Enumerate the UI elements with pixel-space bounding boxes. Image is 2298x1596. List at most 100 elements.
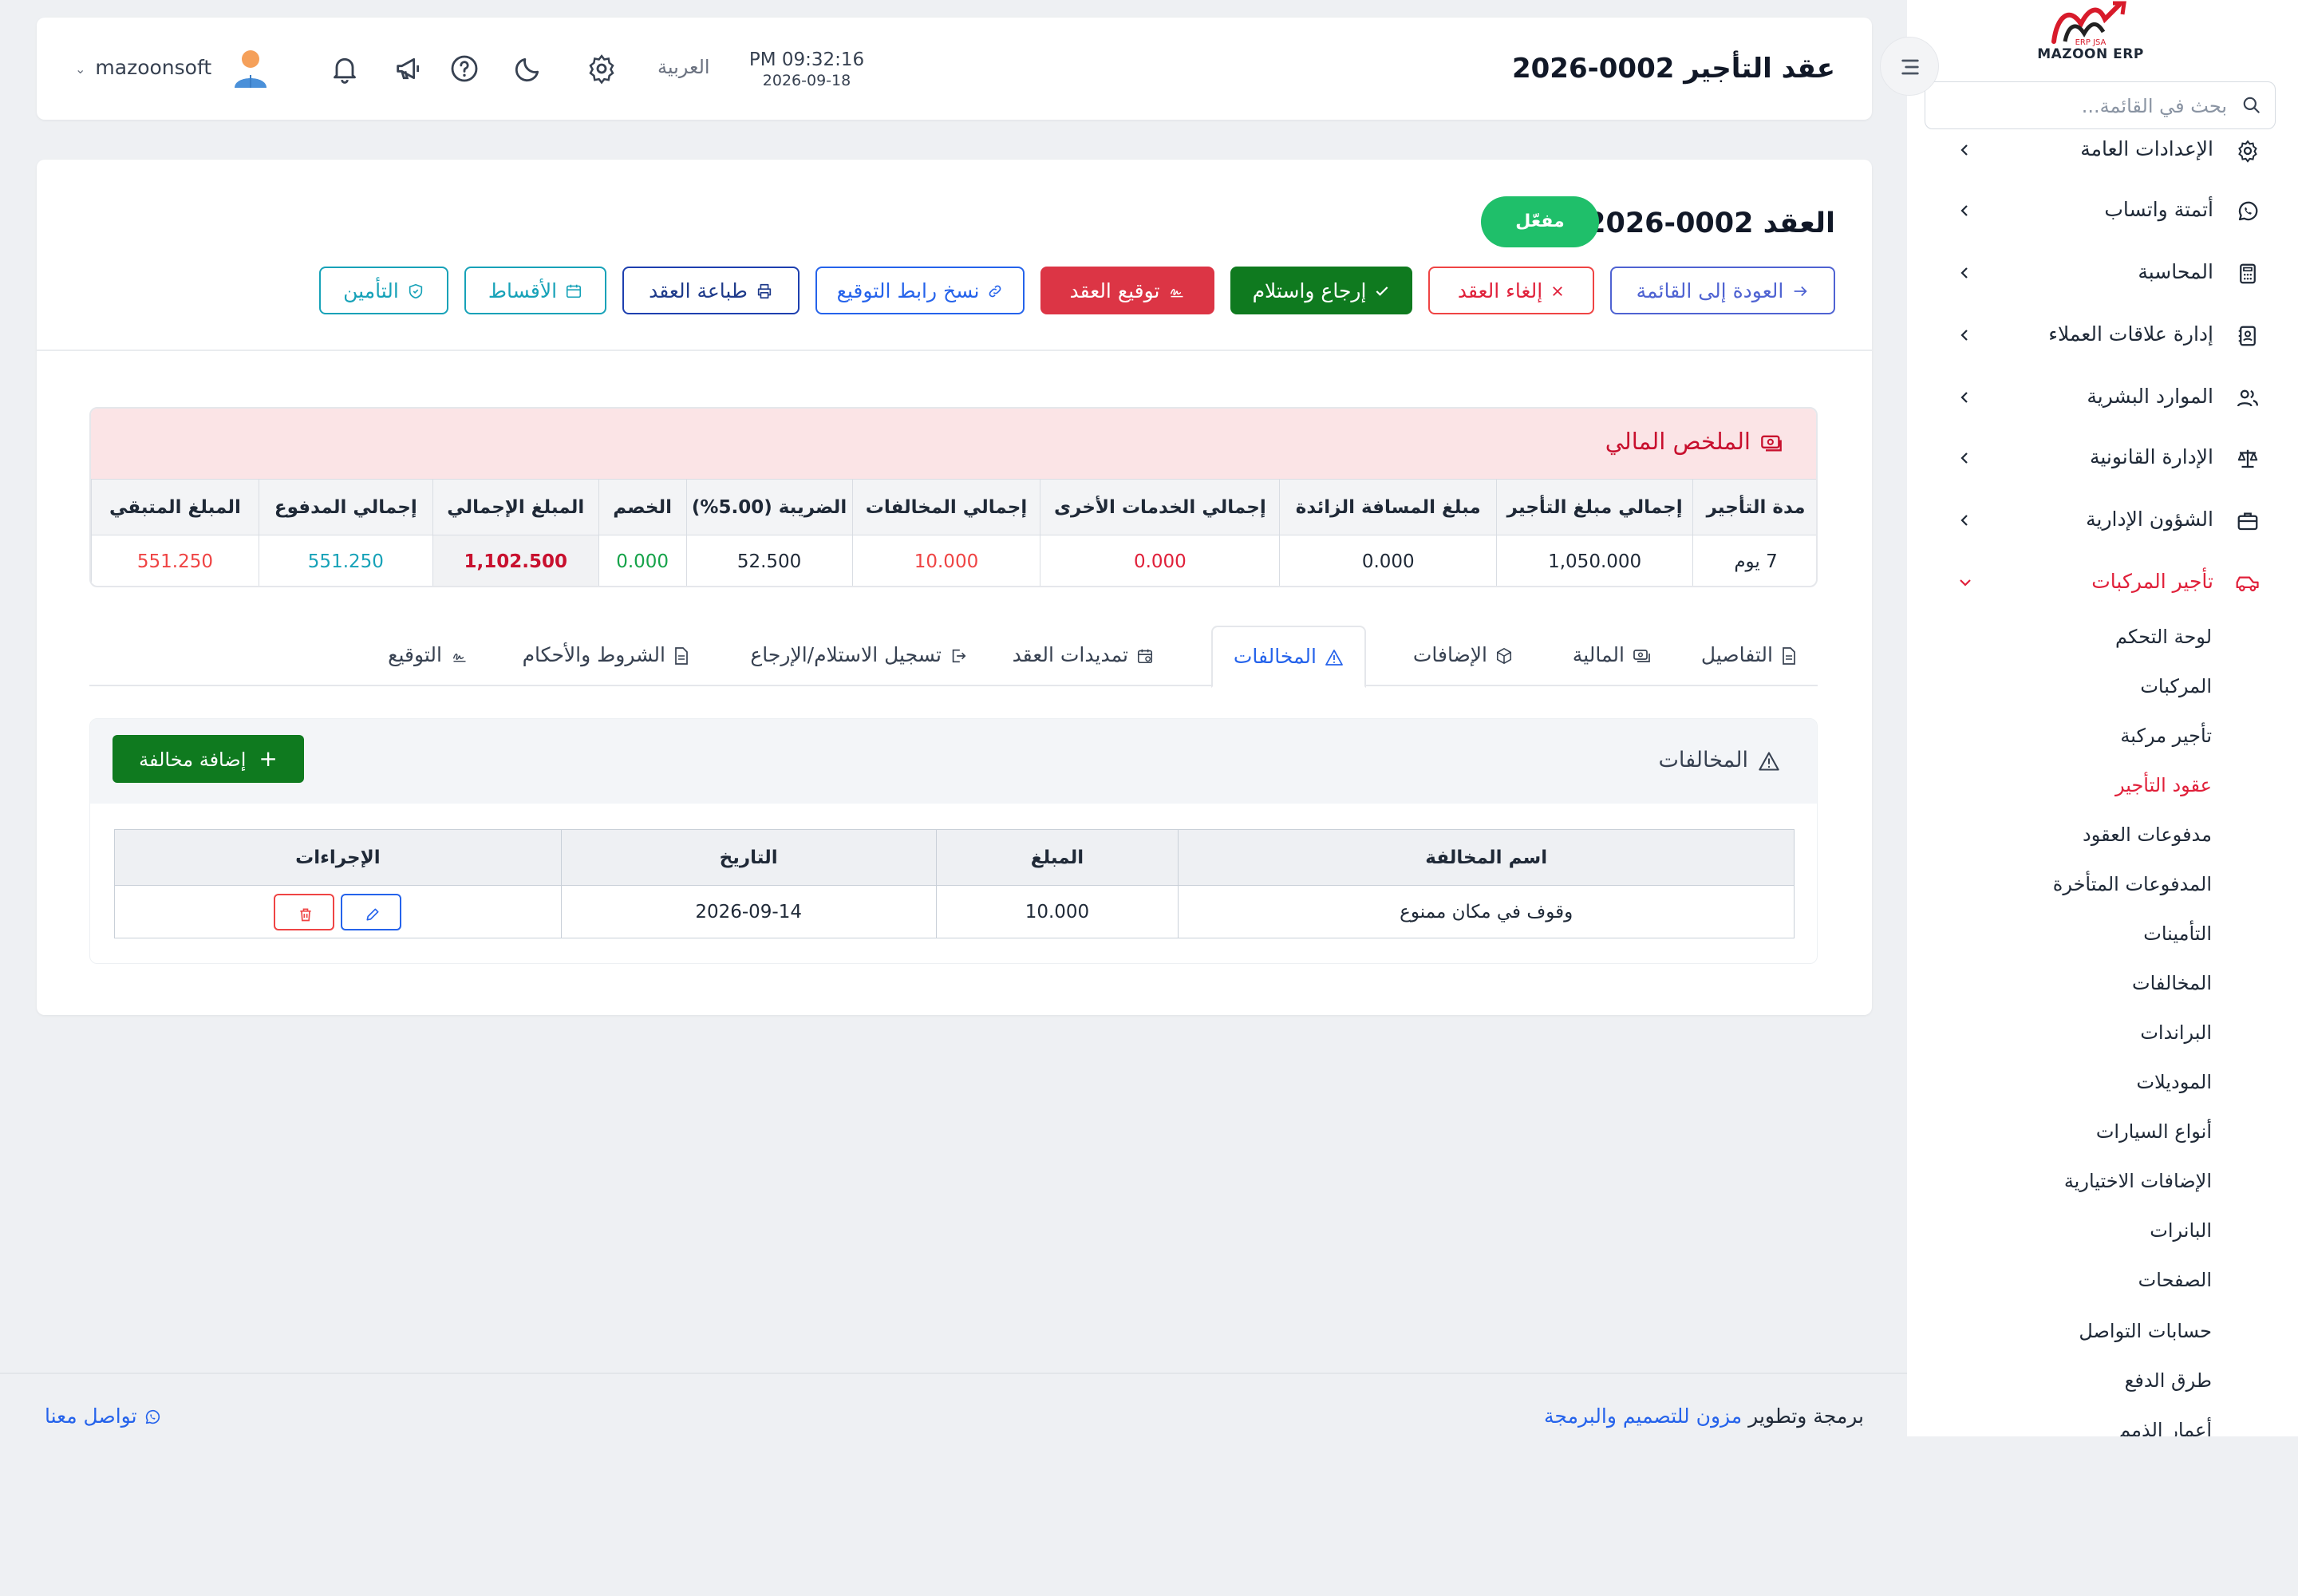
rental-duration-value: 7 يوم xyxy=(1692,535,1816,586)
warning-icon xyxy=(1759,752,1779,771)
tab-extensions[interactable]: تمديدات العقد xyxy=(992,626,1175,688)
tab-financial[interactable]: المالية xyxy=(1552,626,1672,688)
company-link[interactable]: مزون للتصميم والبرمجة xyxy=(1544,1404,1742,1428)
return-and-receive-button[interactable]: إرجاع واستلام xyxy=(1230,267,1412,314)
calendar-money-icon xyxy=(567,284,582,298)
document-icon xyxy=(1783,647,1795,665)
footer: برمجة وتطوير مزون للتصميم والبرمجة تواصل… xyxy=(0,1373,1907,1468)
add-violation-button[interactable]: +إضافة مخالفة xyxy=(113,735,304,783)
col-header: الخصم xyxy=(598,479,687,535)
language-switch[interactable]: العربية xyxy=(657,56,710,78)
print-contract-button[interactable]: طباعة العقد xyxy=(622,267,800,314)
violation-name: وقوف في مكان ممنوع xyxy=(1178,885,1795,938)
submenu-item[interactable]: البانرات xyxy=(2150,1219,2212,1242)
tab-terms[interactable]: الشروط والأحكام xyxy=(502,626,710,688)
sidebar-item-legal[interactable]: الإدارة القانونية xyxy=(1907,434,2298,482)
delete-button[interactable] xyxy=(274,893,335,930)
back-to-list-button[interactable]: العودة إلى القائمة xyxy=(1610,267,1835,314)
submenu-item[interactable]: طرق الدفع xyxy=(2125,1369,2212,1392)
tab-details[interactable]: التفاصيل xyxy=(1680,626,1818,688)
cancel-contract-button[interactable]: إلغاء العقد xyxy=(1428,267,1594,314)
exit-icon xyxy=(952,649,966,663)
box-icon xyxy=(1496,648,1512,664)
sidebar-item-label: المحاسبة xyxy=(2138,260,2213,283)
col-header: الإجراءات xyxy=(114,829,562,886)
submenu-item[interactable]: أعمار الذمم xyxy=(2118,1419,2212,1436)
warning-icon xyxy=(1325,650,1343,666)
tab-violations[interactable]: المخالفات xyxy=(1210,626,1366,688)
edit-button[interactable] xyxy=(341,893,402,930)
submenu-item[interactable]: المدفوعات المتأخرة xyxy=(2053,873,2212,895)
col-header: مبلغ المسافة الزائدة xyxy=(1279,479,1498,535)
sidebar-item-label: الإدارة القانونية xyxy=(2089,445,2213,468)
footer-credit: برمجة وتطوير مزون للتصميم والبرمجة xyxy=(1544,1404,1864,1428)
col-header: المبلغ المتبقي xyxy=(91,479,259,535)
sign-contract-button[interactable]: توقيع العقد xyxy=(1040,267,1214,314)
submenu-item[interactable]: الصفحات xyxy=(2138,1269,2212,1291)
installments-button[interactable]: الأقساط xyxy=(464,267,606,314)
submenu-item[interactable]: لوحة التحكم xyxy=(2115,626,2212,648)
bell-icon[interactable] xyxy=(329,53,361,85)
whatsapp-icon xyxy=(2238,201,2258,221)
submenu-item[interactable]: أنواع السيارات xyxy=(2096,1120,2212,1143)
sidebar-search-input[interactable]: بحث في القائمة... xyxy=(1925,81,2276,129)
contract-card: العقد 0002-2026 مفعّل العودة إلى القائمة… xyxy=(37,160,1872,1015)
scale-icon xyxy=(2237,449,2258,468)
tab-checkin-checkout[interactable]: تسجيل الاستلام/الإرجاع xyxy=(729,626,988,688)
briefcase-icon xyxy=(2237,512,2258,531)
money-icon xyxy=(1761,435,1782,452)
submenu-item[interactable]: الموديلات xyxy=(2136,1071,2212,1093)
financial-summary-header: الملخص المالي xyxy=(91,409,1816,479)
col-header: مدة التأجير xyxy=(1692,479,1816,535)
sidebar-item-general-settings[interactable]: الإعدادات العامة xyxy=(1907,126,2298,174)
chevron-left-icon xyxy=(1960,452,1968,464)
sidebar-item-vehicle-rental[interactable]: تأجير المركبات xyxy=(1907,559,2298,606)
megaphone-icon[interactable] xyxy=(393,53,424,85)
money-icon xyxy=(1633,650,1650,662)
sidebar-item-hr[interactable]: الموارد البشرية xyxy=(1907,373,2298,421)
sidebar-toggle-button[interactable] xyxy=(1880,37,1939,96)
submenu-item[interactable]: المخالفات xyxy=(2132,972,2212,994)
logo-mark: ERP JSA xyxy=(2051,1,2126,46)
table-row: وقوف في مكان ممنوع 10.000 2026-09-14 xyxy=(114,885,1795,938)
submenu-item[interactable]: الإضافات الاختيارية xyxy=(2064,1170,2212,1192)
financial-summary-title: الملخص المالي xyxy=(1605,428,1751,455)
sidebar-item-crm[interactable]: إدارة علاقات العملاء xyxy=(1907,311,2298,359)
user-menu[interactable]: ⌄ mazoonsoft xyxy=(75,56,211,79)
sidebar-item-accounting[interactable]: المحاسبة xyxy=(1907,249,2298,297)
contact-us-link[interactable]: تواصل معنا xyxy=(45,1404,161,1428)
status-badge: مفعّل xyxy=(1481,196,1599,247)
link-icon xyxy=(989,285,1001,298)
sidebar-item-label: أتمتة واتساب xyxy=(2104,198,2213,221)
submenu-item[interactable]: حسابات التواصل xyxy=(2079,1320,2212,1342)
tab-signature[interactable]: التوقيع xyxy=(367,626,490,688)
chevron-left-icon xyxy=(1960,144,1968,156)
col-header: إجمالي مبلغ التأجير xyxy=(1496,479,1694,535)
submenu-item-active[interactable]: عقود التأجير xyxy=(2115,774,2212,796)
sidebar-item-label: الإعدادات العامة xyxy=(2080,137,2213,160)
submenu-item[interactable]: تأجير مركبة xyxy=(2120,725,2212,747)
submenu-item[interactable]: التأمينات xyxy=(2143,922,2212,945)
copy-sign-link-button[interactable]: نسخ رابط التوقيع xyxy=(815,267,1025,314)
sidebar-item-admin-affairs[interactable]: الشؤون الإدارية xyxy=(1907,496,2298,544)
insurance-button[interactable]: التأمين xyxy=(319,267,448,314)
check-icon xyxy=(1376,286,1388,296)
discount-value: 0.000 xyxy=(598,535,687,586)
help-icon[interactable] xyxy=(448,53,480,85)
brand-logo[interactable]: ERP JSA MAZOON ERP xyxy=(2027,0,2154,67)
col-header: إجمالي المخالفات xyxy=(851,479,1041,535)
avatar[interactable] xyxy=(231,48,270,89)
tab-addons[interactable]: الإضافات xyxy=(1392,626,1534,688)
violation-date: 2026-09-14 xyxy=(560,885,937,938)
tax-value: 52.500 xyxy=(685,535,853,586)
plus-icon: + xyxy=(259,745,278,772)
submenu-item[interactable]: المركبات xyxy=(2140,675,2212,697)
violation-actions xyxy=(114,885,562,938)
submenu-item[interactable]: البراندات xyxy=(2140,1021,2212,1044)
settings-icon[interactable] xyxy=(586,53,618,85)
submenu-item[interactable]: مدفوعات العقود xyxy=(2083,824,2212,846)
contacts-icon xyxy=(2238,326,2256,346)
moon-icon[interactable] xyxy=(512,53,544,85)
sidebar-item-whatsapp[interactable]: أتمتة واتساب xyxy=(1907,187,2298,235)
chevron-left-icon xyxy=(1960,205,1968,216)
